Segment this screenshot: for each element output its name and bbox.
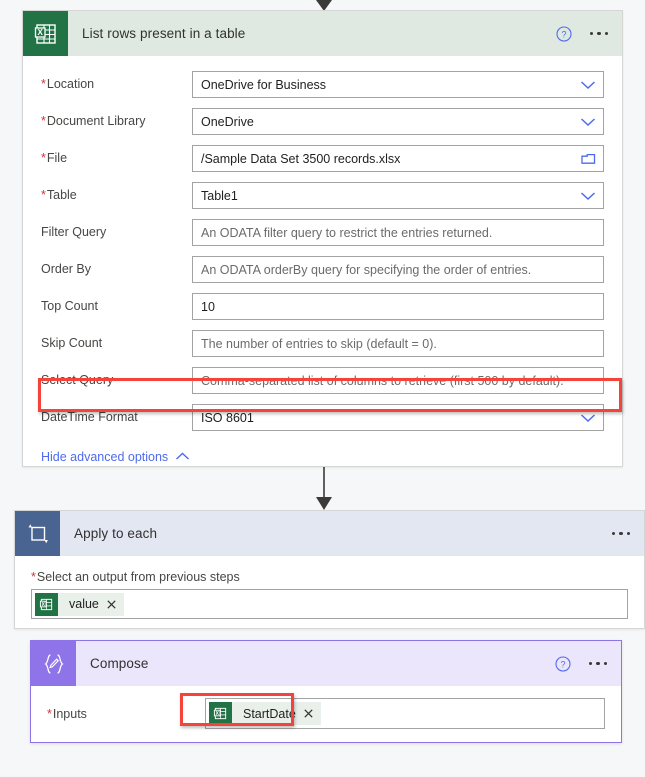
action-card-apply-to-each[interactable]: Apply to each *Select an output from pre… [14, 510, 645, 629]
compose-body: *Inputs X StartDate [31, 686, 621, 743]
svg-text:X: X [42, 601, 46, 607]
chevron-down-icon[interactable] [580, 117, 596, 127]
flow-designer-canvas: X List rows present in a table ? *Locati… [0, 0, 645, 777]
apply-to-each-title: Apply to each [74, 526, 158, 541]
loop-icon [15, 511, 60, 556]
field-label-inputs: *Inputs [47, 706, 87, 721]
form-row-order-by: Order By An ODATA orderBy query for spec… [41, 251, 604, 288]
ellipsis-icon[interactable] [610, 526, 633, 542]
form-row-inputs: *Inputs X StartDate [47, 698, 605, 729]
field-label-document-library: *Document Library [41, 114, 146, 129]
compose-header-actions: ? [554, 641, 610, 686]
order-by-placeholder: An ODATA orderBy query for specifying th… [201, 262, 532, 277]
file-input[interactable]: /Sample Data Set 3500 records.xlsx [192, 145, 604, 172]
form-row-top-count: Top Count 10 [41, 288, 604, 325]
excel-icon: X [209, 702, 232, 725]
form-row-location: *Location OneDrive for Business [41, 66, 604, 103]
datetime-format-value: ISO 8601 [201, 410, 254, 425]
field-label-skip-count: Skip Count [41, 336, 103, 351]
form-row-datetime-format: DateTime Format ISO 8601 [41, 399, 604, 436]
datetime-format-input[interactable]: ISO 8601 [192, 404, 604, 431]
svg-text:X: X [37, 28, 43, 37]
document-library-input[interactable]: OneDrive [192, 108, 604, 135]
chevron-up-icon [175, 450, 190, 464]
form-row-filter-query: Filter Query An ODATA filter query to re… [41, 214, 604, 251]
hide-advanced-options-link[interactable]: Hide advanced options [41, 450, 190, 464]
field-label-order-by: Order By [41, 262, 92, 277]
action-card-compose[interactable]: Compose ? *Inputs X StartDate [30, 640, 622, 743]
close-icon[interactable] [107, 599, 116, 609]
apply-to-each-header-actions [610, 511, 633, 556]
token-chip-startdate[interactable]: X StartDate [209, 702, 321, 725]
folder-picker-icon[interactable] [581, 152, 596, 166]
select-query-input[interactable]: Comma-separated list of columns to retri… [192, 367, 604, 394]
svg-text:?: ? [560, 659, 565, 669]
required-marker: * [41, 188, 46, 203]
ellipsis-icon[interactable] [588, 26, 611, 42]
action-card-header[interactable]: X List rows present in a table ? [23, 11, 622, 56]
select-output-label: *Select an output from previous steps [31, 570, 240, 584]
apply-to-each-header[interactable]: Apply to each [15, 511, 644, 556]
form-row-file: *File /Sample Data Set 3500 records.xlsx [41, 140, 604, 177]
apply-to-each-body: *Select an output from previous steps X [15, 556, 644, 635]
filter-query-input[interactable]: An ODATA filter query to restrict the en… [192, 219, 604, 246]
form-row-table: *Table Table1 [41, 177, 604, 214]
top-count-value: 10 [201, 299, 215, 314]
file-value: /Sample Data Set 3500 records.xlsx [201, 151, 401, 166]
skip-count-input[interactable]: The number of entries to skip (default =… [192, 330, 604, 357]
field-label-location: *Location [41, 77, 95, 92]
compose-braces-icon [31, 641, 76, 686]
ellipsis-icon[interactable] [587, 656, 610, 672]
required-marker: * [31, 570, 36, 584]
field-label-table: *Table [41, 188, 77, 203]
field-label-file: *File [41, 151, 68, 166]
field-label-datetime-format: DateTime Format [41, 410, 138, 425]
svg-text:?: ? [561, 29, 566, 39]
required-marker: * [41, 114, 46, 129]
filter-query-placeholder: An ODATA filter query to restrict the en… [201, 225, 493, 240]
field-label-select-query: Select Query [41, 373, 114, 388]
svg-text:X: X [216, 711, 220, 717]
action-card-header-actions: ? [555, 11, 611, 56]
required-marker: * [41, 77, 46, 92]
compose-header[interactable]: Compose ? [31, 641, 621, 686]
excel-icon: X [35, 592, 58, 616]
field-label-top-count: Top Count [41, 299, 98, 314]
token-chip-value[interactable]: X value [35, 592, 124, 616]
compose-title: Compose [90, 656, 149, 671]
chevron-down-icon[interactable] [580, 191, 596, 201]
select-query-placeholder: Comma-separated list of columns to retri… [201, 373, 564, 388]
chevron-down-icon[interactable] [580, 80, 596, 90]
action-card-list-rows[interactable]: X List rows present in a table ? *Locati… [22, 10, 623, 467]
form-row-select-query: Select Query Comma-separated list of col… [41, 362, 604, 399]
close-icon[interactable] [304, 709, 313, 718]
form-row-skip-count: Skip Count The number of entries to skip… [41, 325, 604, 362]
token-chip-label: StartDate [243, 706, 296, 721]
excel-icon: X [23, 11, 68, 56]
location-input[interactable]: OneDrive for Business [192, 71, 604, 98]
required-marker: * [47, 706, 52, 721]
token-chip-label: value [69, 597, 99, 611]
required-marker: * [41, 151, 46, 166]
inputs-input[interactable]: X StartDate [205, 698, 605, 729]
select-output-input[interactable]: X value [31, 589, 628, 619]
top-count-input[interactable]: 10 [192, 293, 604, 320]
document-library-value: OneDrive [201, 114, 254, 129]
chevron-down-icon[interactable] [580, 413, 596, 423]
action-card-form: *Location OneDrive for Business *Documen… [23, 56, 622, 464]
help-circle-icon[interactable]: ? [555, 25, 572, 42]
location-value: OneDrive for Business [201, 77, 327, 92]
table-value: Table1 [201, 188, 238, 203]
order-by-input[interactable]: An ODATA orderBy query for specifying th… [192, 256, 604, 283]
action-card-title: List rows present in a table [82, 26, 246, 41]
help-circle-icon[interactable]: ? [554, 655, 571, 672]
form-row-document-library: *Document Library OneDrive [41, 103, 604, 140]
field-label-filter-query: Filter Query [41, 225, 107, 240]
skip-count-placeholder: The number of entries to skip (default =… [201, 336, 437, 351]
hide-advanced-options-label: Hide advanced options [41, 450, 169, 464]
table-input[interactable]: Table1 [192, 182, 604, 209]
